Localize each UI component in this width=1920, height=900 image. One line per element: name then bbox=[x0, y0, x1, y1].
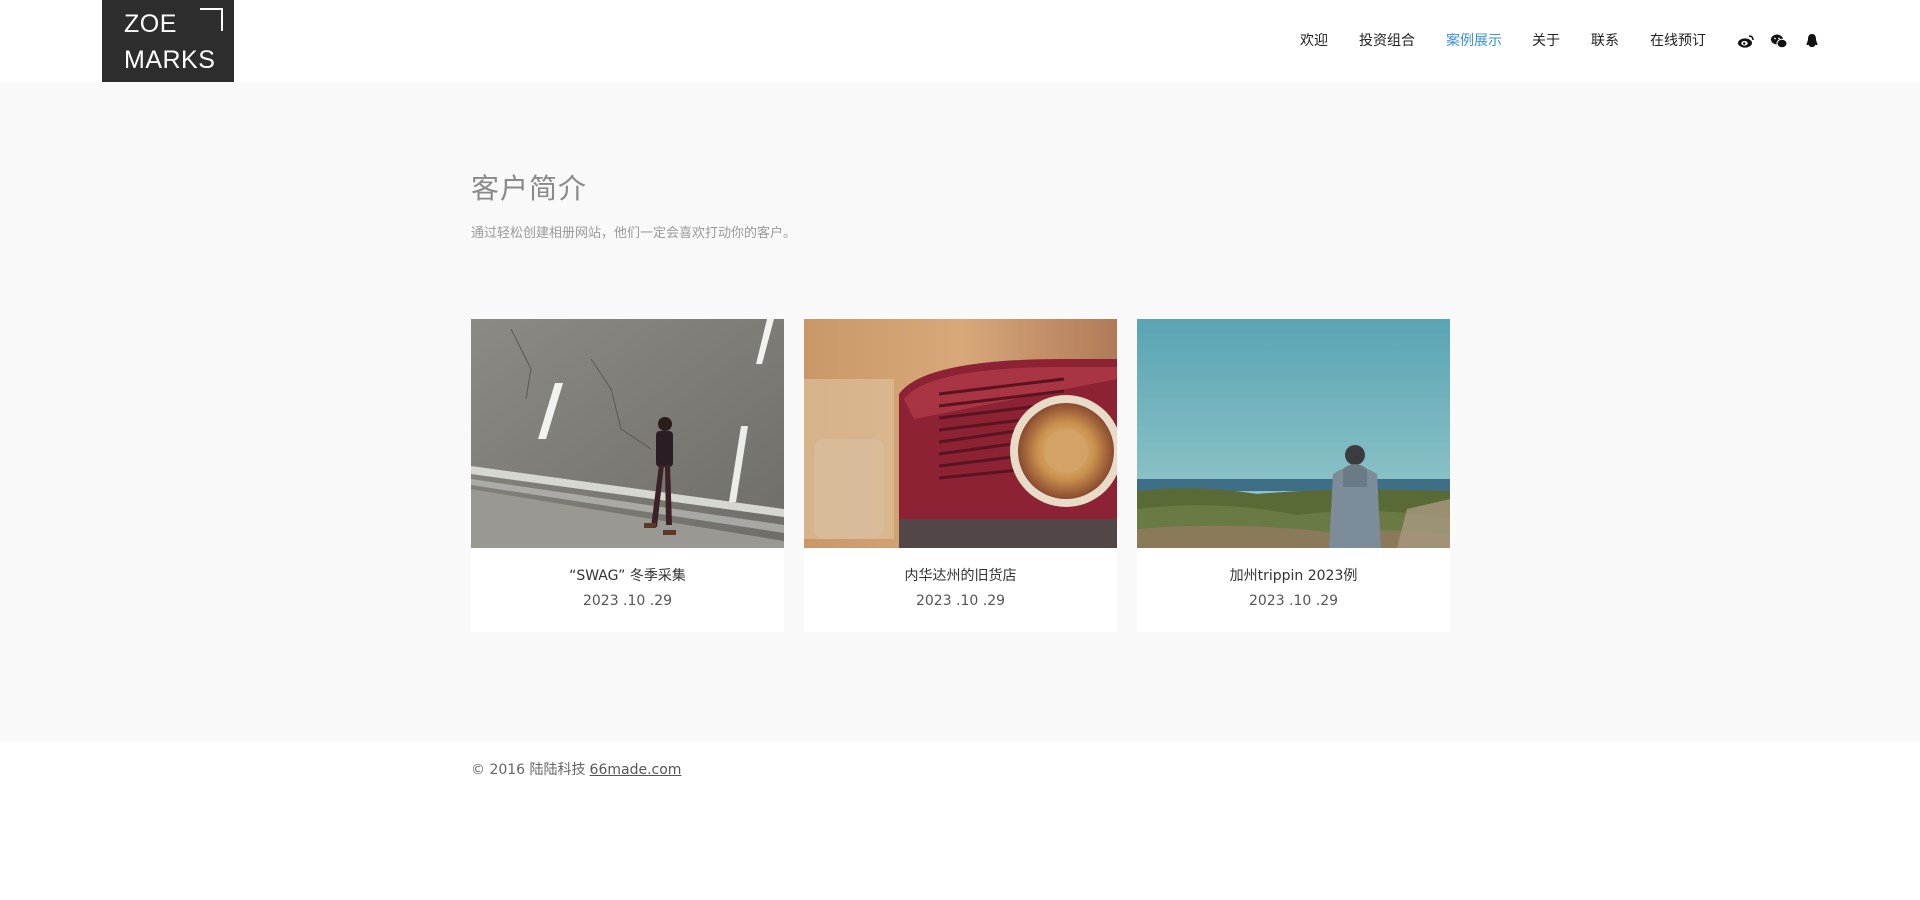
case-date: 2023 .10 .29 bbox=[915, 593, 1006, 609]
footer-link[interactable]: 66made.com bbox=[590, 762, 682, 778]
case-card[interactable]: 内华达州的旧货店 2023 .10 .29 bbox=[804, 319, 1117, 632]
footer-copyright: © 2016 陆陆科技 66made.com bbox=[471, 759, 681, 779]
site-logo[interactable]: ZOE MARKS bbox=[102, 0, 234, 82]
logo-line-2: MARKS bbox=[124, 46, 216, 74]
page-title: 客户简介 bbox=[471, 172, 588, 205]
weibo-icon[interactable] bbox=[1737, 32, 1755, 50]
case-title[interactable]: “SWAG” 冬季采集 bbox=[471, 565, 784, 585]
qq-icon[interactable] bbox=[1803, 32, 1821, 50]
case-card[interactable]: 加州trippin 2023例 2023 .10 .29 bbox=[1137, 319, 1450, 632]
site-header: ZOE MARKS 欢迎 投资组合 案例展示 关于 联系 在线预订 bbox=[0, 0, 1920, 82]
case-image-road[interactable] bbox=[471, 319, 784, 548]
nav-item-welcome[interactable]: 欢迎 bbox=[1300, 29, 1328, 53]
nav-item-booking[interactable]: 在线预订 bbox=[1650, 29, 1706, 53]
case-title[interactable]: 加州trippin 2023例 bbox=[1137, 565, 1450, 585]
case-title[interactable]: 内华达州的旧货店 bbox=[804, 565, 1117, 585]
site-footer: © 2016 陆陆科技 66made.com bbox=[0, 742, 1920, 900]
main-content: 客户简介 通过轻松创建相册网站，他们一定会喜欢打动你的客户。 “SWAG” 冬季… bbox=[0, 82, 1920, 742]
case-image-coast[interactable] bbox=[1137, 319, 1450, 548]
case-image-radio[interactable] bbox=[804, 319, 1117, 548]
copyright-text: © 2016 陆陆科技 bbox=[471, 762, 586, 778]
nav-item-portfolio[interactable]: 投资组合 bbox=[1359, 29, 1415, 53]
case-date: 2023 .10 .29 bbox=[1248, 593, 1339, 609]
case-date: 2023 .10 .29 bbox=[582, 593, 673, 609]
nav-item-showcase[interactable]: 案例展示 bbox=[1446, 29, 1502, 53]
nav-item-about[interactable]: 关于 bbox=[1532, 29, 1560, 53]
nav-item-contact[interactable]: 联系 bbox=[1591, 29, 1619, 53]
wechat-icon[interactable] bbox=[1770, 32, 1788, 50]
case-card[interactable]: “SWAG” 冬季采集 2023 .10 .29 bbox=[471, 319, 784, 632]
logo-line-1: ZOE bbox=[124, 10, 177, 38]
logo-corner-mark bbox=[200, 8, 223, 31]
page-subtitle: 通过轻松创建相册网站，他们一定会喜欢打动你的客户。 bbox=[471, 226, 797, 241]
